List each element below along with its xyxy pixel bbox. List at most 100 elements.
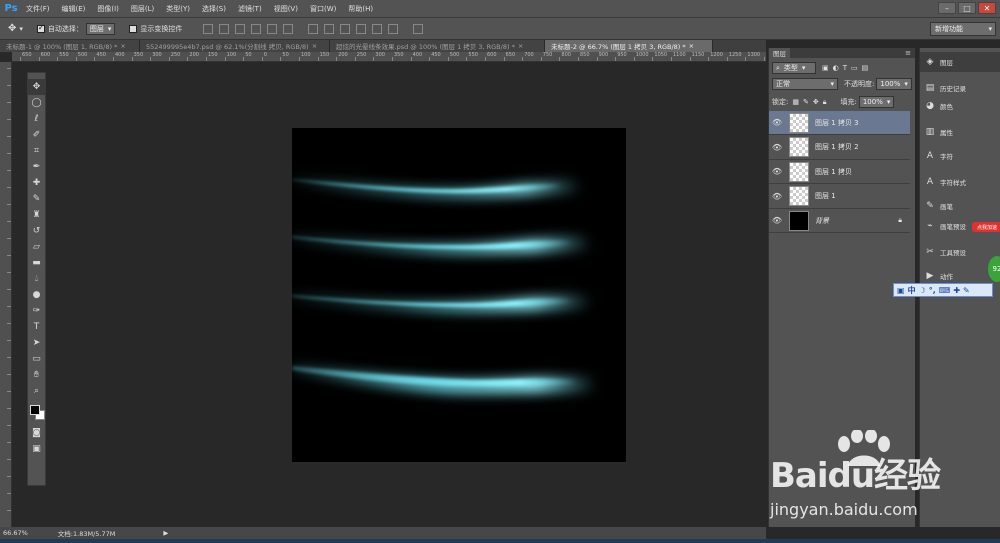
layer-row[interactable]: 👁︎ 图层 1 拷贝: [769, 160, 910, 184]
ime-wrench-icon[interactable]: ✎: [963, 286, 970, 295]
clone-stamp-tool-icon[interactable]: ♜: [28, 207, 45, 223]
ime-keyboard-icon[interactable]: ⌨: [939, 286, 951, 295]
document-tab[interactable]: 552499995e4b7.psd @ 62.1%(分割线 拷贝, RGB/8)…: [140, 40, 330, 52]
speed-badge[interactable]: 点我加速: [972, 222, 1000, 232]
distribute-bottom-icon[interactable]: [340, 23, 351, 34]
workspace-dropdown[interactable]: 新增功能 ▾: [930, 22, 996, 36]
layer-name[interactable]: 图层 1 拷贝: [815, 167, 852, 177]
layers-tab[interactable]: 图层: [769, 48, 790, 58]
auto-align-icon[interactable]: [413, 23, 424, 34]
lock-transparent-icon[interactable]: ▦: [792, 98, 799, 106]
dodge-tool-icon[interactable]: ●: [28, 287, 45, 303]
filter-shape-icon[interactable]: ▭: [851, 64, 858, 72]
align-top-icon[interactable]: [203, 23, 214, 34]
filter-adjust-icon[interactable]: ◐: [833, 64, 839, 72]
document-tab[interactable]: 未标题-1 @ 100% (图层 1, RGB/8) * ×: [0, 40, 140, 52]
ime-punct-icon[interactable]: °,: [929, 286, 936, 295]
opacity-field[interactable]: 100% ▾: [876, 78, 912, 90]
move-tool-preset[interactable]: ✥ ▾: [8, 23, 23, 34]
close-icon[interactable]: ×: [518, 42, 523, 50]
dock-item-tool-preset[interactable]: ✂ 工具预设: [920, 242, 1000, 262]
ime-mode[interactable]: 中: [908, 285, 916, 296]
eyedropper-tool-icon[interactable]: ✒: [28, 159, 45, 175]
eye-icon[interactable]: 👁︎: [769, 167, 785, 176]
dock-item-color[interactable]: ◕ 颜色: [920, 96, 1000, 116]
eye-icon[interactable]: 👁︎: [769, 143, 785, 152]
fill-field[interactable]: 100% ▾: [858, 96, 895, 108]
shape-tool-icon[interactable]: ▭: [28, 351, 45, 367]
menu-item[interactable]: 图层(L): [125, 4, 160, 14]
blur-tool-icon[interactable]: 💧︎: [28, 271, 45, 287]
menu-item[interactable]: 图像(I): [91, 4, 125, 14]
quick-select-tool-icon[interactable]: ✐: [28, 127, 45, 143]
document-canvas[interactable]: [292, 128, 626, 462]
layer-thumbnail[interactable]: [789, 161, 809, 182]
distribute-right-icon[interactable]: [388, 23, 399, 34]
layer-row[interactable]: 👁︎ 图层 1 拷贝 3: [769, 111, 910, 135]
speed-ball[interactable]: 92: [988, 256, 1000, 282]
align-bottom-icon[interactable]: [235, 23, 246, 34]
dock-item-character[interactable]: A 字符: [920, 146, 1000, 166]
quick-mask-icon[interactable]: ◙: [28, 425, 45, 441]
pen-tool-icon[interactable]: ✑: [28, 303, 45, 319]
ime-moon-icon[interactable]: ☽: [919, 286, 926, 295]
close-icon[interactable]: ×: [120, 42, 125, 50]
gradient-tool-icon[interactable]: ▬: [28, 255, 45, 271]
eye-icon[interactable]: 👁︎: [769, 216, 785, 225]
layer-filter-dropdown[interactable]: ⌕ 类型 ▾: [772, 62, 816, 74]
layer-thumbnail[interactable]: [789, 186, 809, 206]
distribute-top-icon[interactable]: [308, 23, 319, 34]
lasso-tool-icon[interactable]: ℓ: [28, 111, 45, 127]
zoom-level[interactable]: 66.67%: [3, 529, 28, 537]
layer-name[interactable]: 背景: [815, 216, 829, 226]
status-menu-arrow-icon[interactable]: ▶: [163, 529, 168, 537]
distribute-vcenter-icon[interactable]: [324, 23, 335, 34]
dock-item-history[interactable]: ▤ 历史记录: [920, 78, 1000, 98]
layer-thumbnail[interactable]: [789, 137, 809, 157]
history-brush-tool-icon[interactable]: ↺: [28, 223, 45, 239]
layer-row[interactable]: 👁︎ 背景 🔒︎: [769, 209, 910, 233]
eraser-tool-icon[interactable]: ▱: [28, 239, 45, 255]
blend-mode-dropdown[interactable]: 正常 ▾: [772, 78, 838, 90]
auto-select-dropdown[interactable]: 图层 ▾: [85, 22, 116, 35]
distribute-hcenter-icon[interactable]: [372, 23, 383, 34]
dock-item-layers[interactable]: ◈ 图层: [920, 52, 1000, 72]
menu-item[interactable]: 滤镜(T): [232, 4, 268, 14]
menu-item[interactable]: 帮助(H): [342, 4, 379, 14]
eye-icon[interactable]: 👁︎: [769, 192, 785, 201]
foreground-color[interactable]: [30, 405, 40, 415]
align-left-icon[interactable]: [251, 23, 262, 34]
screen-mode-icon[interactable]: ▣: [28, 441, 45, 457]
marquee-tool-icon[interactable]: ◯: [28, 95, 45, 111]
zoom-tool-icon[interactable]: ⌕: [28, 383, 45, 399]
type-tool-icon[interactable]: T: [28, 319, 45, 335]
menu-item[interactable]: 窗口(W): [304, 4, 342, 14]
brush-tool-icon[interactable]: ✎: [28, 191, 45, 207]
healing-brush-tool-icon[interactable]: ✚: [28, 175, 45, 191]
dock-item-character-style[interactable]: A 字符样式: [920, 172, 1000, 192]
menu-item[interactable]: 编辑(E): [56, 4, 92, 14]
menu-item[interactable]: 视图(V): [268, 4, 304, 14]
layer-name[interactable]: 图层 1 拷贝 2: [815, 142, 859, 152]
document-tab[interactable]: 未标题-2 @ 66.7% (图层 1 拷贝 3, RGB/8) * ×: [545, 40, 713, 52]
lock-all-icon[interactable]: 🔒︎: [823, 98, 827, 107]
show-transform-checkbox[interactable]: [129, 24, 138, 33]
layer-thumbnail[interactable]: [789, 112, 809, 133]
eye-icon[interactable]: 👁︎: [769, 118, 785, 127]
crop-tool-icon[interactable]: ⌗: [28, 143, 45, 159]
move-tool-icon[interactable]: ✥: [28, 79, 45, 95]
close-icon[interactable]: ×: [689, 42, 694, 50]
filter-type-icon[interactable]: T: [843, 64, 847, 72]
hand-tool-icon[interactable]: ✋︎: [28, 367, 45, 383]
maximize-button[interactable]: □: [958, 2, 976, 14]
menu-item[interactable]: 选择(S): [196, 4, 232, 14]
auto-select-checkbox[interactable]: [36, 23, 45, 33]
align-hcenter-icon[interactable]: [267, 23, 278, 34]
align-vcenter-icon[interactable]: [219, 23, 230, 34]
close-button[interactable]: ✕: [978, 2, 996, 14]
align-right-icon[interactable]: [283, 23, 294, 34]
color-swatches[interactable]: [28, 399, 45, 425]
panel-menu-icon[interactable]: ≡: [905, 49, 911, 57]
dock-item-properties[interactable]: ▥ 属性: [920, 122, 1000, 142]
menu-item[interactable]: 文件(F): [20, 4, 56, 14]
